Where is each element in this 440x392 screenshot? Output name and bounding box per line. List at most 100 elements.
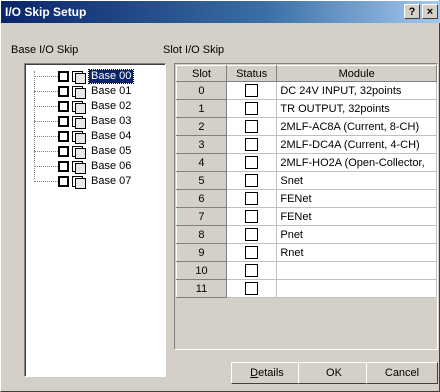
close-button[interactable]: × — [422, 4, 438, 19]
table-row[interactable]: 1 TR OUTPUT, 32points — [176, 99, 437, 118]
base-rack-icon — [72, 145, 86, 159]
status-cell[interactable] — [225, 81, 278, 100]
tree-connector — [34, 120, 58, 122]
slot-number: 6 — [176, 189, 227, 208]
slot-number: 5 — [176, 171, 227, 190]
status-checkbox[interactable] — [245, 192, 259, 205]
module-name: Rnet — [276, 243, 437, 262]
table-row[interactable]: 11 — [176, 279, 437, 298]
module-name: 2MLF-DC4A (Current, 4-CH) — [276, 135, 437, 154]
tree-connector — [34, 105, 58, 107]
slot-number: 2 — [176, 117, 227, 136]
status-cell[interactable] — [225, 243, 278, 262]
table-row[interactable]: 3 2MLF-DC4A (Current, 4-CH) — [176, 135, 437, 154]
status-cell[interactable] — [225, 117, 278, 136]
base-rack-icon — [72, 85, 86, 99]
base-checkbox[interactable] — [58, 115, 69, 127]
base-checkbox[interactable] — [58, 145, 69, 157]
base-checkbox[interactable] — [58, 100, 69, 112]
column-header-status[interactable]: Status — [225, 65, 278, 82]
status-checkbox[interactable] — [245, 174, 259, 187]
status-checkbox[interactable] — [245, 210, 259, 223]
status-checkbox[interactable] — [245, 120, 259, 133]
tree-connector — [34, 180, 58, 182]
status-cell[interactable] — [225, 171, 278, 190]
tree-item-base[interactable]: Base 00 — [34, 68, 135, 84]
tree-item-base[interactable]: Base 07 — [34, 174, 133, 189]
table-row[interactable]: 9 Rnet — [176, 243, 437, 262]
table-row[interactable]: 0 DC 24V INPUT, 32points — [176, 81, 437, 100]
slot-number: 7 — [176, 207, 227, 226]
table-row[interactable]: 10 — [176, 261, 437, 280]
status-checkbox[interactable] — [245, 282, 259, 295]
base-checkbox[interactable] — [58, 175, 69, 187]
base-rack-icon — [72, 70, 86, 84]
table-row[interactable]: 7 FENet — [176, 207, 437, 226]
details-button[interactable]: Details — [231, 362, 303, 384]
tree-item-label: Base 07 — [91, 174, 132, 187]
tree-item-base[interactable]: Base 02 — [34, 99, 133, 114]
tree-item-label: Base 06 — [91, 159, 132, 172]
base-rack-icon — [72, 175, 86, 189]
status-checkbox[interactable] — [245, 156, 259, 169]
base-rack-icon — [72, 115, 86, 129]
close-icon: × — [426, 6, 434, 18]
status-checkbox[interactable] — [245, 102, 259, 115]
module-name: 2MLF-HO2A (Open-Collector, — [276, 153, 437, 172]
tree-connector — [34, 165, 58, 167]
ok-label: OK — [326, 367, 342, 379]
slot-io-skip-label: Slot I/O Skip — [163, 44, 225, 56]
status-checkbox[interactable] — [245, 264, 259, 277]
slot-number: 10 — [176, 261, 227, 280]
slot-number: 9 — [176, 243, 227, 262]
details-label: etails — [258, 367, 284, 379]
status-checkbox[interactable] — [245, 228, 259, 241]
tree-item-label: Base 01 — [91, 84, 132, 97]
column-header-module[interactable]: Module — [276, 65, 437, 82]
status-cell[interactable] — [225, 99, 278, 118]
module-name — [276, 261, 437, 280]
status-checkbox[interactable] — [245, 246, 259, 259]
column-header-slot[interactable]: Slot — [176, 65, 227, 82]
tree-item-base[interactable]: Base 05 — [34, 144, 133, 159]
window-title: I/O Skip Setup — [5, 5, 87, 19]
table-row[interactable]: 8 Pnet — [176, 225, 437, 244]
tree-connector — [34, 135, 58, 137]
status-cell[interactable] — [225, 207, 278, 226]
status-checkbox[interactable] — [245, 138, 259, 151]
tree-connector — [34, 75, 58, 77]
module-name: Snet — [276, 171, 437, 190]
tree-connector — [34, 150, 58, 152]
status-cell[interactable] — [225, 189, 278, 208]
tree-item-label: Base 02 — [91, 99, 132, 112]
table-row[interactable]: 2 2MLF-AC8A (Current, 8-CH) — [176, 117, 437, 136]
table-row[interactable]: 5 Snet — [176, 171, 437, 190]
base-tree[interactable]: Base 00 Base 01 Base 02 Base 03 Base 04 Base … — [24, 63, 166, 377]
status-cell[interactable] — [225, 135, 278, 154]
tree-item-label: Base 04 — [91, 129, 132, 142]
status-cell[interactable] — [225, 261, 278, 280]
tree-item-base[interactable]: Base 01 — [34, 84, 133, 99]
help-button[interactable]: ? — [404, 4, 420, 19]
base-checkbox[interactable] — [58, 160, 69, 172]
base-checkbox[interactable] — [58, 130, 69, 142]
base-checkbox[interactable] — [58, 70, 69, 82]
tree-item-base[interactable]: Base 03 — [34, 114, 133, 129]
base-checkbox[interactable] — [58, 85, 69, 97]
slot-grid[interactable]: Slot Status Module 0 DC 24V INPUT, 32poin… — [174, 63, 438, 350]
slot-number: 11 — [176, 279, 227, 298]
slot-number: 1 — [176, 99, 227, 118]
status-cell[interactable] — [225, 225, 278, 244]
base-rack-icon — [72, 100, 86, 114]
cancel-button[interactable]: Cancel — [366, 362, 438, 384]
ok-button[interactable]: OK — [298, 362, 370, 384]
table-row[interactable]: 6 FENet — [176, 189, 437, 208]
status-checkbox[interactable] — [245, 84, 259, 97]
tree-item-base[interactable]: Base 06 — [34, 159, 133, 174]
module-name: FENet — [276, 207, 437, 226]
slot-number: 3 — [176, 135, 227, 154]
tree-item-base[interactable]: Base 04 — [34, 129, 133, 144]
status-cell[interactable] — [225, 279, 278, 298]
table-row[interactable]: 4 2MLF-HO2A (Open-Collector, — [176, 153, 437, 172]
status-cell[interactable] — [225, 153, 278, 172]
